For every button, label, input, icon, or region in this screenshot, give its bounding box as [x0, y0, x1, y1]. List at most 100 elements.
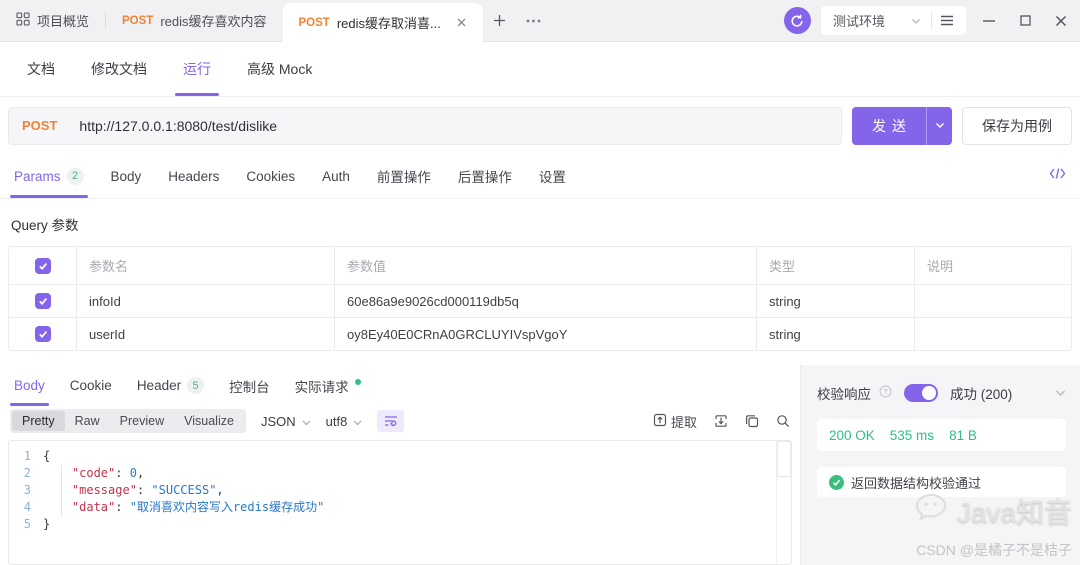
tab-label: 设置 — [538, 170, 566, 185]
tab-request-like[interactable]: POST redis缓存喜欢内容 — [106, 0, 283, 41]
send-options-caret[interactable] — [926, 106, 952, 145]
code-line: 4 "data": "取消喜欢内容写入redis缓存成功" — [9, 499, 791, 516]
tab-request-dislike-active[interactable]: POST redis缓存取消喜... — [282, 3, 483, 42]
tab-label: Body — [14, 378, 45, 393]
new-tab-button[interactable] — [483, 0, 517, 41]
sync-button[interactable] — [783, 7, 811, 34]
param-desc-cell[interactable] — [914, 285, 1071, 317]
view-raw[interactable]: Raw — [65, 411, 110, 431]
toggle-knob — [922, 386, 936, 400]
row-checkbox[interactable] — [34, 326, 51, 342]
tab-response-cookie[interactable]: Cookie — [70, 365, 112, 406]
encoding-selector[interactable]: utf8 — [326, 414, 363, 429]
method-selector[interactable]: POST — [9, 118, 79, 133]
maximize-button[interactable] — [1012, 0, 1038, 42]
tab-label: 运行 — [183, 61, 211, 77]
tab-console[interactable]: 控制台 — [229, 365, 270, 406]
code-token: } — [43, 517, 51, 531]
menu-icon[interactable] — [932, 15, 962, 26]
help-icon[interactable]: ? — [879, 385, 892, 401]
tab-edit-docs[interactable]: 修改文档 — [91, 42, 147, 96]
minimize-button[interactable] — [976, 0, 1002, 42]
column-header-name: 参数名 — [76, 247, 334, 284]
tab-body[interactable]: Body — [111, 154, 142, 198]
line-number: 2 — [23, 466, 31, 480]
tab-headers[interactable]: Headers — [168, 154, 219, 198]
url-input[interactable]: POST http://127.0.0.1:8080/test/dislike — [8, 106, 842, 145]
view-visualize[interactable]: Visualize — [174, 411, 244, 431]
chevron-down-icon — [353, 414, 362, 429]
tab-label: redis缓存取消喜... — [336, 16, 441, 31]
tab-settings[interactable]: 设置 — [539, 154, 566, 198]
code-token: { — [43, 449, 51, 463]
method-badge: POST — [122, 14, 154, 27]
send-button[interactable]: 发送 — [852, 106, 952, 145]
tab-auth[interactable]: Auth — [322, 154, 350, 198]
tab-response-header[interactable]: Header 5 — [137, 365, 205, 406]
search-icon[interactable] — [776, 414, 790, 428]
tab-docs[interactable]: 文档 — [27, 42, 55, 96]
extract-button[interactable]: 提取 — [653, 412, 697, 431]
view-preview[interactable]: Preview — [110, 411, 174, 431]
tab-actual-request[interactable]: 实际请求 — [295, 365, 361, 406]
word-wrap-icon[interactable] — [377, 410, 405, 432]
view-pretty[interactable]: Pretty — [12, 411, 65, 431]
environment-selector[interactable]: 测试环境 — [833, 11, 931, 30]
tab-label: Auth — [322, 168, 350, 184]
scrollbar-thumb[interactable] — [777, 441, 791, 477]
param-value-cell[interactable]: 60e86a9e9026cd000119db5q — [334, 285, 756, 317]
format-selector[interactable]: JSON — [261, 414, 311, 429]
svg-text:?: ? — [883, 387, 887, 396]
tab-response-body[interactable]: Body — [10, 365, 49, 406]
code-line: 5 } — [9, 516, 791, 533]
code-token: 0 — [129, 466, 137, 480]
watermark: Java知音 CSDN @是橘子不是桔子 — [914, 491, 1072, 560]
row-checkbox[interactable] — [34, 293, 51, 309]
watermark-brand: Java知音 — [956, 497, 1072, 528]
apifox-window: 项目概览 POST redis缓存喜欢内容 POST redis缓存取消喜... — [0, 0, 1080, 565]
format-label: JSON — [260, 413, 296, 429]
environment-group: 测试环境 — [820, 6, 966, 35]
response-meta-card: 200 OK 535 ms 81 B — [817, 419, 1066, 451]
param-name-cell[interactable]: infoId — [76, 285, 334, 317]
tab-cookies[interactable]: Cookies — [246, 154, 295, 198]
more-tabs-button[interactable] — [517, 0, 551, 41]
param-name-cell[interactable]: userId — [76, 318, 334, 350]
tab-advanced-mock[interactable]: 高级 Mock — [247, 42, 312, 96]
save-response-icon[interactable] — [714, 414, 728, 428]
tab-params[interactable]: Params 2 — [10, 154, 88, 198]
response-size: 81 B — [949, 427, 977, 443]
table-row: userId oy8Ey40E0CRnA0GRCLUYIVspVgoY stri… — [9, 317, 1071, 350]
tab-post-processors[interactable]: 后置操作 — [458, 154, 512, 198]
code-token: : — [136, 483, 152, 497]
param-type-cell[interactable]: string — [756, 285, 914, 317]
param-type-cell[interactable]: string — [756, 318, 914, 350]
line-number: 4 — [23, 500, 31, 514]
select-all-checkbox[interactable] — [34, 257, 51, 274]
code-view-icon[interactable] — [1049, 167, 1066, 185]
code-token: , — [136, 466, 145, 480]
param-value-cell[interactable]: oy8Ey40E0CRnA0GRCLUYIVspVgoY — [334, 318, 756, 350]
tab-label: Headers — [168, 168, 220, 184]
param-desc-cell[interactable] — [914, 318, 1071, 350]
doc-nav-tabs: 文档 修改文档 运行 高级 Mock — [0, 42, 1080, 97]
validate-toggle[interactable] — [904, 384, 938, 402]
tab-pre-processors[interactable]: 前置操作 — [377, 154, 431, 198]
close-tab-icon[interactable] — [456, 17, 467, 28]
save-as-case-button[interactable]: 保存为用例 — [962, 106, 1072, 145]
chevron-down-icon[interactable] — [1055, 390, 1066, 397]
copy-icon[interactable] — [745, 414, 759, 428]
chat-bubble-icon — [914, 492, 950, 531]
request-bar: POST http://127.0.0.1:8080/test/dislike … — [0, 97, 1080, 154]
code-token: , — [216, 483, 224, 497]
tab-run[interactable]: 运行 — [175, 42, 219, 96]
response-body-editor[interactable]: 1 { 2 "code": 0, 3 "message": "SUCCESS",… — [8, 440, 792, 565]
extract-label: 提取 — [670, 414, 697, 430]
tab-project-overview[interactable]: 项目概览 — [0, 0, 105, 41]
close-window-button[interactable] — [1048, 0, 1074, 42]
watermark-brand-row: Java知音 — [914, 491, 1072, 531]
scrollbar[interactable] — [776, 441, 791, 564]
watermark-credit: CSDN @是橘子不是桔子 — [916, 542, 1072, 558]
send-label: 发送 — [872, 117, 912, 134]
code-line: 1 { — [9, 448, 791, 465]
